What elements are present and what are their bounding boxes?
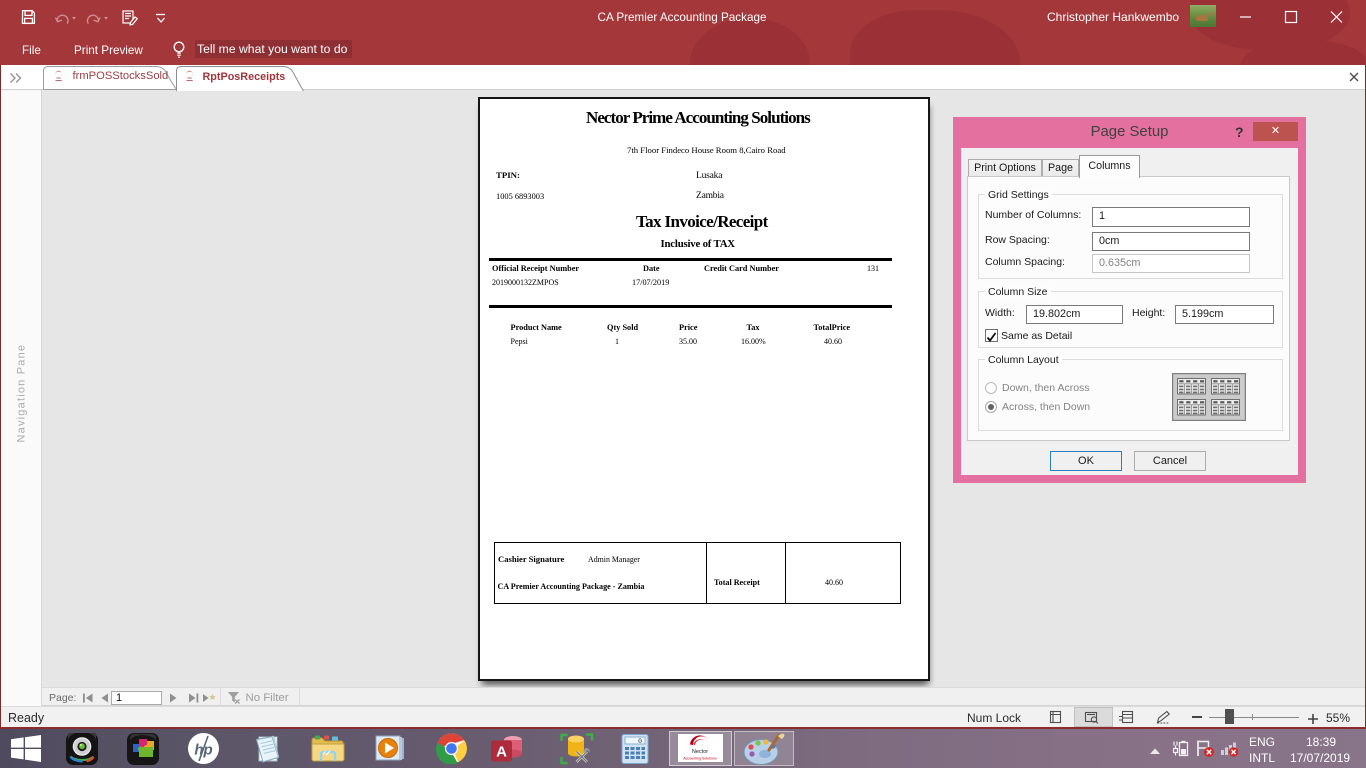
svg-text:A: A — [496, 744, 507, 761]
svg-text:Accounting Solutions: Accounting Solutions — [683, 757, 717, 761]
svg-text:Nector: Nector — [692, 749, 708, 755]
svg-text:0: 0 — [638, 738, 642, 745]
